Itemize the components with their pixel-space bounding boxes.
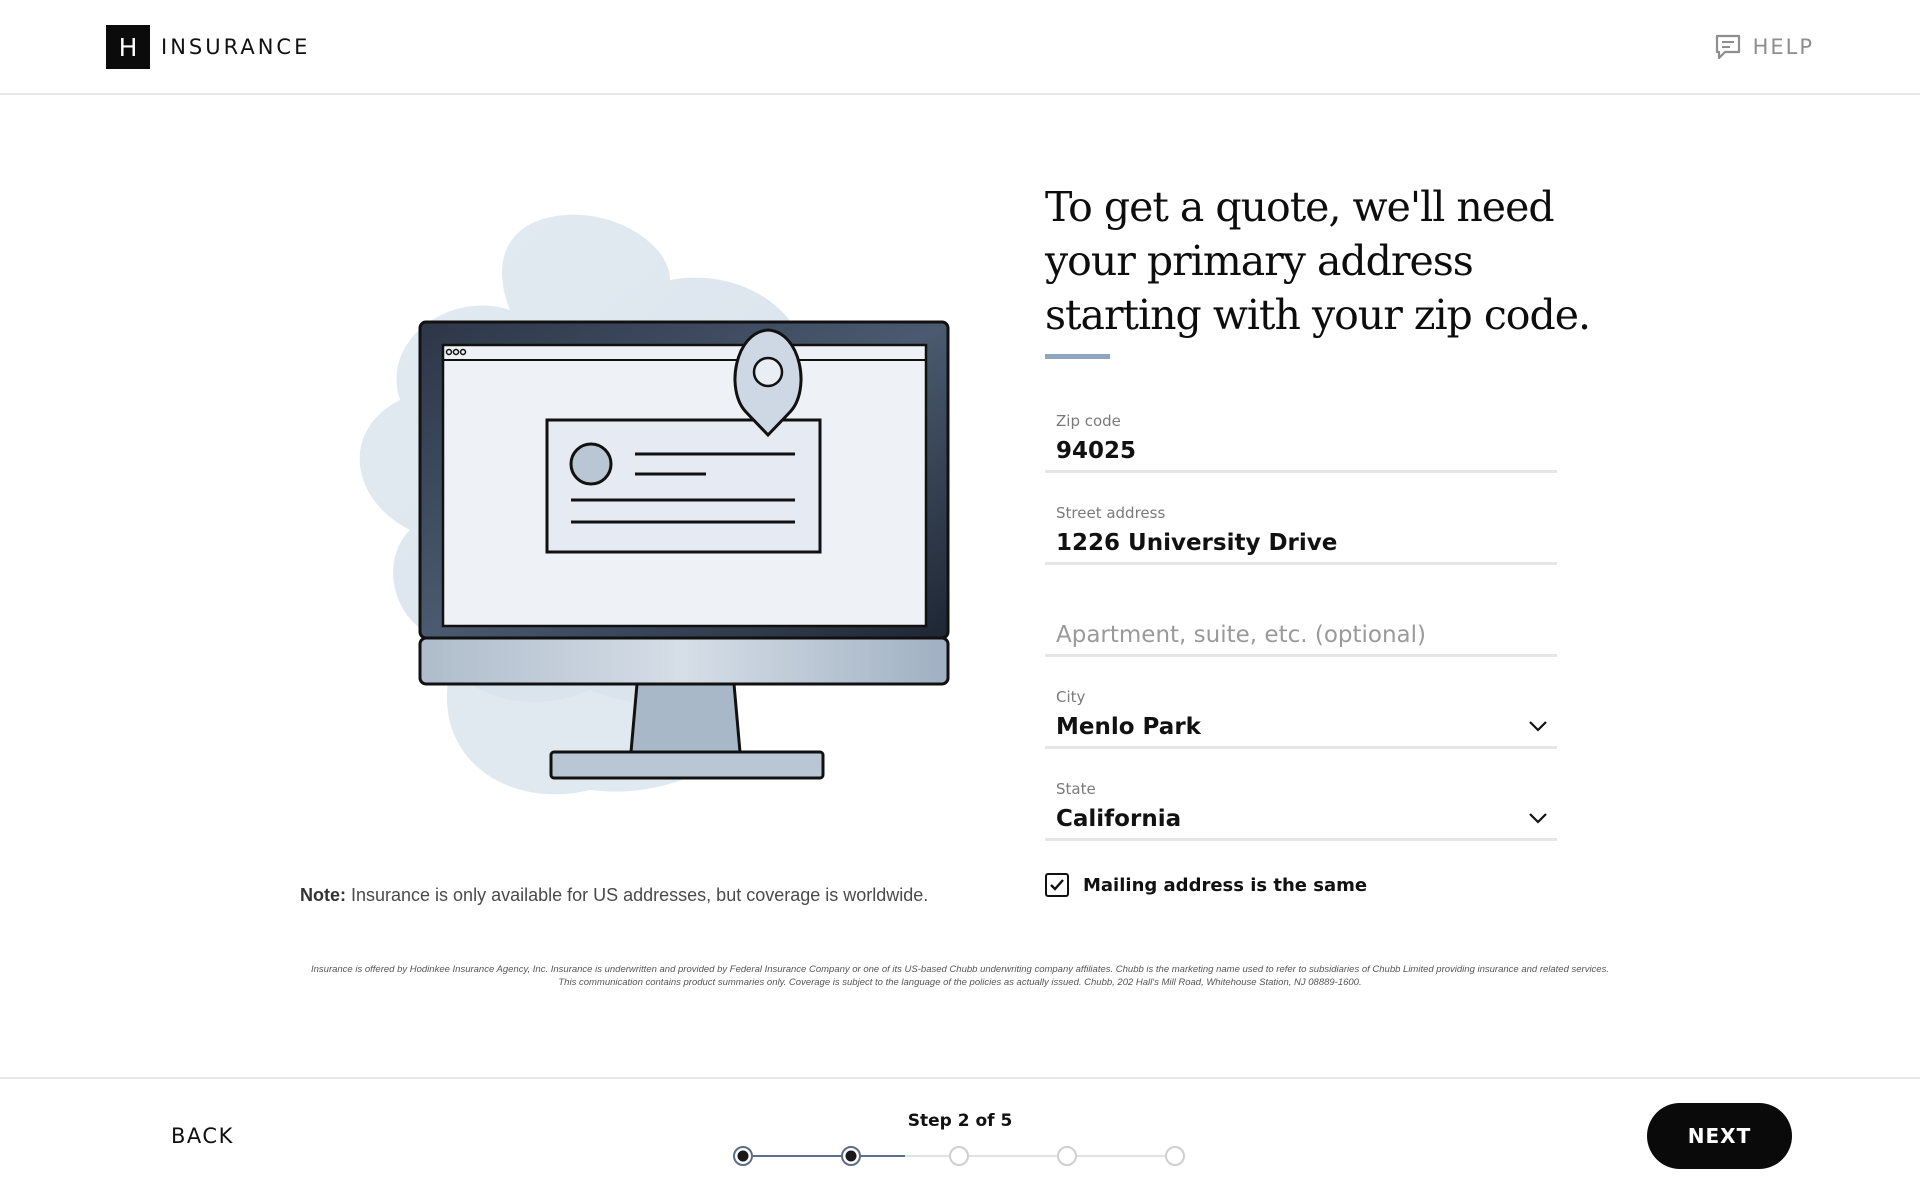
state-select[interactable]: State California [1045, 780, 1557, 841]
zip-code-field[interactable]: Zip code 94025 [1045, 412, 1557, 473]
header-bar: H INSURANCE HELP [0, 0, 1920, 95]
page-title: To get a quote, we'll need your primary … [1045, 183, 1591, 339]
legal-disclaimer: Insurance is offered by Hodinkee Insuran… [311, 964, 1609, 988]
city-select[interactable]: City Menlo Park [1045, 688, 1557, 749]
footer-bar: BACK Step 2 of 5 NEXT [0, 1077, 1920, 1200]
street-address-label: Street address [1056, 504, 1166, 522]
help-button[interactable]: HELP [1713, 32, 1814, 62]
progress-stepper [733, 1146, 1185, 1166]
zip-code-value: 94025 [1056, 438, 1137, 464]
chevron-down-icon [1529, 721, 1547, 732]
heading-accent-rule [1045, 354, 1110, 359]
apartment-placeholder: Apartment, suite, etc. (optional) [1056, 622, 1427, 648]
step-dot-1-fill [737, 1150, 749, 1162]
street-address-field[interactable]: Street address 1226 University Drive [1045, 504, 1557, 565]
step-dot-2-fill [845, 1150, 857, 1162]
state-value: California [1056, 806, 1182, 832]
step-dot-3 [949, 1146, 969, 1166]
mailing-address-label: Mailing address is the same [1083, 874, 1368, 896]
logo-text: INSURANCE [161, 35, 311, 59]
zip-code-label: Zip code [1056, 412, 1121, 430]
note-text: Insurance is only available for US addre… [346, 885, 929, 905]
step-dot-5 [1165, 1146, 1185, 1166]
apartment-field[interactable]: Apartment, suite, etc. (optional) [1045, 596, 1557, 657]
state-label: State [1056, 780, 1096, 798]
computer-location-illustration [340, 200, 1020, 850]
note-label: Note: [300, 885, 346, 905]
step-dot-4 [1057, 1146, 1077, 1166]
help-label: HELP [1752, 35, 1814, 59]
street-address-value: 1226 University Drive [1056, 530, 1338, 556]
logo[interactable]: H INSURANCE [106, 25, 310, 69]
mailing-address-checkbox[interactable] [1045, 873, 1069, 897]
step-indicator-label: Step 2 of 5 [907, 1111, 1013, 1131]
city-label: City [1056, 688, 1086, 706]
chat-bubble-icon [1713, 32, 1743, 62]
back-button[interactable]: BACK [171, 1124, 234, 1148]
mailing-address-same-toggle[interactable]: Mailing address is the same [1045, 873, 1367, 897]
city-value: Menlo Park [1056, 714, 1201, 740]
logo-mark: H [106, 25, 150, 69]
chevron-down-icon [1529, 813, 1547, 824]
checkmark-icon [1050, 879, 1064, 891]
next-button[interactable]: NEXT [1647, 1103, 1792, 1169]
